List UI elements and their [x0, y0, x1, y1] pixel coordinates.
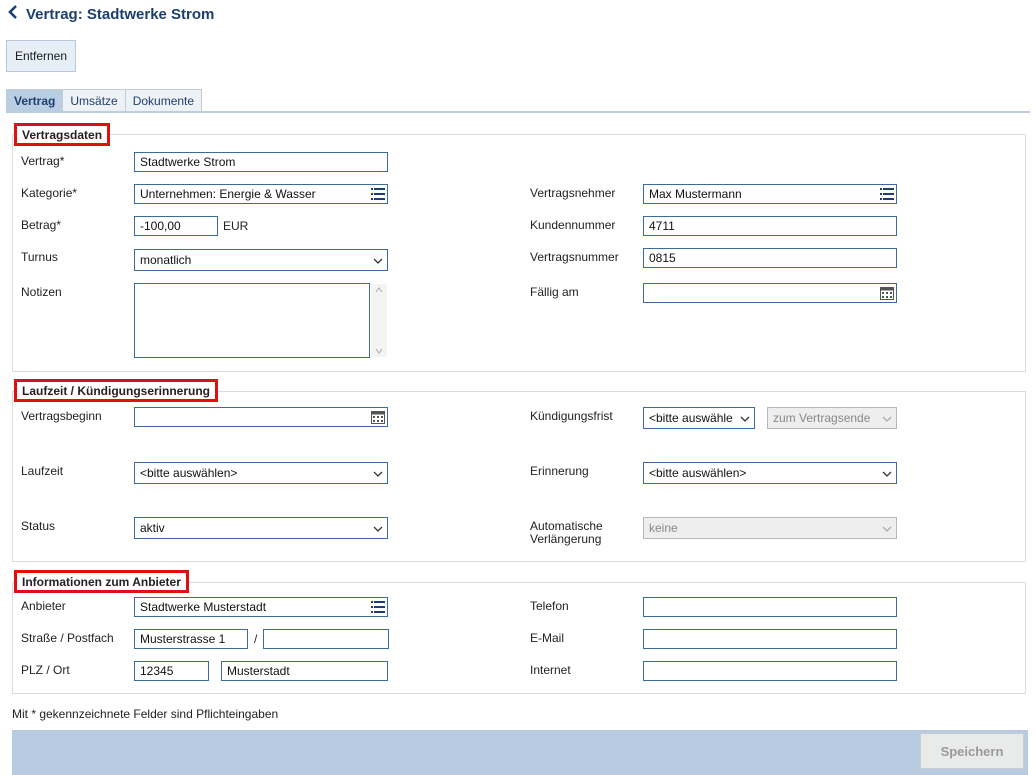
turnus-select[interactable]: monatlich: [134, 249, 388, 271]
vertragsbeginn-date-input[interactable]: [134, 407, 388, 427]
betrag-input[interactable]: -100,00: [134, 216, 218, 236]
tab-underline: [6, 111, 1030, 113]
vertragsnummer-input[interactable]: 0815: [643, 248, 897, 268]
strasse-input[interactable]: Musterstrasse 1: [134, 629, 248, 649]
tab-bar: Vertrag Umsätze Dokumente: [6, 89, 203, 111]
vertrag-label: Vertrag*: [21, 154, 65, 168]
ort-input[interactable]: Musterstadt: [221, 661, 388, 681]
scroll-up-icon[interactable]: [375, 287, 383, 293]
verlaengerung-label: Automatische Verlängerung: [530, 520, 603, 546]
chevron-down-icon: [373, 471, 383, 477]
laufzeit-value: <bitte auswählen>: [140, 466, 238, 480]
kundennummer-input[interactable]: 4711: [643, 216, 897, 236]
notizen-label: Notizen: [21, 285, 62, 299]
plz-input[interactable]: 12345: [134, 661, 209, 681]
kategorie-value: Unternehmen: Energie & Wasser: [140, 187, 316, 201]
notizen-textarea[interactable]: [134, 283, 387, 358]
betrag-label: Betrag*: [21, 218, 62, 232]
list-icon[interactable]: [878, 186, 895, 202]
section-title-anbieter: Informationen zum Anbieter: [14, 570, 189, 593]
turnus-value: monatlich: [140, 253, 192, 267]
anbieter-label: Anbieter: [21, 599, 66, 613]
internet-label: Internet: [530, 663, 571, 677]
vertrag-input[interactable]: Stadtwerke Strom: [134, 152, 388, 172]
telefon-label: Telefon: [530, 599, 569, 613]
laufzeit-select[interactable]: <bitte auswählen>: [134, 462, 388, 484]
page-title-bar: Vertrag: Stadtwerke Strom: [8, 5, 214, 24]
currency-label: EUR: [223, 219, 249, 233]
save-button[interactable]: Speichern: [920, 733, 1024, 769]
postfach-input[interactable]: [263, 629, 389, 649]
notizen-scrollbar[interactable]: [371, 284, 387, 357]
status-value: aktiv: [140, 521, 165, 535]
erinnerung-label: Erinnerung: [530, 464, 589, 478]
status-select[interactable]: aktiv: [134, 517, 388, 539]
faellig-date-input[interactable]: [643, 283, 897, 303]
vertragsnehmer-value: Max Mustermann: [649, 187, 742, 201]
vertragsnummer-label: Vertragsnummer: [530, 250, 619, 264]
page-title: Vertrag: Stadtwerke Strom: [26, 6, 215, 23]
chevron-down-icon: [882, 471, 892, 477]
tab-dokumente[interactable]: Dokumente: [124, 89, 203, 111]
kuendigungsfrist-value: <bitte auswähle: [649, 411, 733, 425]
plzort-label: PLZ / Ort: [21, 663, 70, 677]
email-label: E-Mail: [530, 631, 565, 645]
chevron-left-icon[interactable]: [8, 5, 22, 24]
kundennummer-label: Kundennummer: [530, 218, 616, 232]
email-input[interactable]: [643, 629, 897, 649]
faellig-label: Fällig am: [530, 285, 579, 299]
chevron-down-icon: [373, 258, 383, 264]
verlaengerung-select[interactable]: keine: [643, 517, 897, 539]
tab-vertrag[interactable]: Vertrag: [6, 89, 64, 111]
kategorie-input[interactable]: Unternehmen: Energie & Wasser: [134, 184, 388, 204]
verlaengerung-label-line-2: Verlängerung: [530, 532, 602, 546]
tab-umsaetze[interactable]: Umsätze: [62, 89, 126, 111]
anbieter-input[interactable]: Stadtwerke Musterstadt: [134, 597, 388, 617]
chevron-down-icon: [740, 416, 750, 422]
calendar-icon[interactable]: [878, 285, 895, 301]
status-label: Status: [21, 519, 56, 533]
section-title-vertragsdaten: Vertragsdaten: [14, 123, 111, 146]
kuendigungsfrist-bezug-select[interactable]: zum Vertragsende: [767, 407, 897, 429]
strasse-separator: /: [254, 632, 258, 646]
calendar-icon[interactable]: [369, 409, 386, 425]
required-fields-note: Mit * gekennzeichnete Felder sind Pflich…: [12, 707, 279, 721]
section-title-laufzeit: Laufzeit / Kündigungserinnerung: [14, 379, 218, 402]
strasse-label: Straße / Postfach: [21, 631, 114, 645]
erinnerung-value: <bitte auswählen>: [649, 466, 747, 480]
footer-bar: [12, 730, 1028, 775]
anbieter-value: Stadtwerke Musterstadt: [140, 600, 267, 614]
kuendigungsfrist-label: Kündigungsfrist: [530, 409, 613, 423]
scroll-down-icon[interactable]: [375, 348, 383, 354]
internet-input[interactable]: [643, 661, 897, 681]
vertragsnehmer-input[interactable]: Max Mustermann: [643, 184, 897, 204]
kuendigungsfrist-bezug-value: zum Vertragsende: [773, 411, 871, 425]
erinnerung-select[interactable]: <bitte auswählen>: [643, 462, 897, 484]
list-icon[interactable]: [369, 599, 386, 615]
kuendigungsfrist-select[interactable]: <bitte auswähle: [643, 407, 755, 429]
laufzeit-label: Laufzeit: [21, 464, 64, 478]
kategorie-label: Kategorie*: [21, 186, 78, 200]
chevron-down-icon: [882, 416, 892, 422]
remove-button[interactable]: Entfernen: [6, 40, 76, 72]
vertragsbeginn-label: Vertragsbeginn: [21, 409, 102, 423]
telefon-input[interactable]: [643, 597, 897, 617]
chevron-down-icon: [373, 526, 383, 532]
turnus-label: Turnus: [21, 250, 58, 264]
chevron-down-icon: [882, 526, 892, 532]
list-icon[interactable]: [369, 186, 386, 202]
verlaengerung-value: keine: [649, 521, 678, 535]
vertragsnehmer-label: Vertragsnehmer: [530, 186, 616, 200]
